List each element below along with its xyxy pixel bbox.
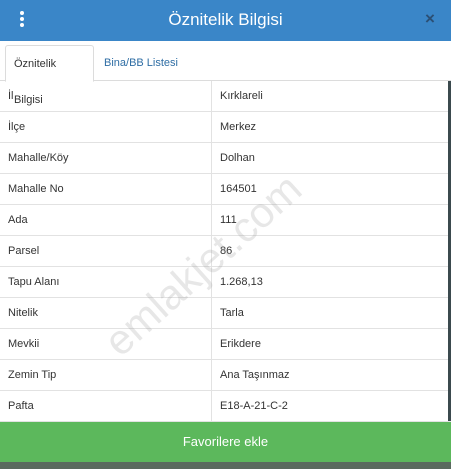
row-key: Ada xyxy=(8,214,28,226)
panel-title: Öznitelik Bilgisi xyxy=(168,10,283,29)
table-row: Pafta E18-A-21-C-2 xyxy=(0,391,451,422)
table-row: Zemin Tip Ana Taşınmaz xyxy=(0,360,451,391)
table-row: Mevkii Erikdere xyxy=(0,329,451,360)
row-key: Nitelik xyxy=(8,307,38,319)
row-key: İlçe xyxy=(8,121,26,133)
row-value: Tarla xyxy=(211,298,449,328)
row-key: Mahalle No xyxy=(8,183,64,195)
row-value: Dolhan xyxy=(211,143,449,173)
table-row: İlçe Merkez xyxy=(0,112,451,143)
row-value: 1.268,13 xyxy=(211,267,449,297)
table-row: Parsel 86 xyxy=(0,236,451,267)
bottom-edge xyxy=(0,462,451,469)
panel-header: Öznitelik Bilgisi × xyxy=(0,0,451,41)
row-value: Erikdere xyxy=(211,329,449,359)
close-icon[interactable]: × xyxy=(423,10,437,28)
table-row: Tapu Alanı 1.268,13 xyxy=(0,267,451,298)
row-key: Parsel xyxy=(8,245,40,257)
row-key: Tapu Alanı xyxy=(8,276,60,288)
row-key: Zemin Tip xyxy=(8,369,57,381)
row-value: Kırklareli xyxy=(211,81,449,111)
tab-building-list[interactable]: Bina/BB Listesi xyxy=(96,45,186,81)
table-row: İl Kırklareli xyxy=(0,81,451,112)
row-value: Merkez xyxy=(211,112,449,142)
row-value: 86 xyxy=(211,236,449,266)
row-value: 111 xyxy=(211,205,449,235)
attribute-table: İl Kırklareli İlçe Merkez Mahalle/Köy Dolha… xyxy=(0,81,451,422)
row-value: E18-A-21-C-2 xyxy=(211,391,449,421)
add-to-favorites-button[interactable]: Favorilere ekle xyxy=(0,422,451,462)
row-key: Mevkii xyxy=(8,338,40,350)
table-row: Ada 111 xyxy=(0,205,451,236)
tab-attribute-info[interactable]: Öznitelik Bilgisi xyxy=(5,45,94,106)
row-key: İl xyxy=(8,90,14,102)
row-key: Pafta xyxy=(8,400,34,412)
attribute-info-panel: Öznitelik Bilgisi × Öznitelik Bilgisi Bi… xyxy=(0,0,451,469)
table-row: Mahalle No 164501 xyxy=(0,174,451,205)
row-value: Ana Taşınmaz xyxy=(211,360,449,390)
table-row: Nitelik Tarla xyxy=(0,298,451,329)
tab-bar: Öznitelik Bilgisi Bina/BB Listesi xyxy=(0,41,451,106)
row-value: 164501 xyxy=(211,174,449,204)
row-key: Mahalle/Köy xyxy=(8,152,69,164)
table-row: Mahalle/Köy Dolhan xyxy=(0,143,451,174)
